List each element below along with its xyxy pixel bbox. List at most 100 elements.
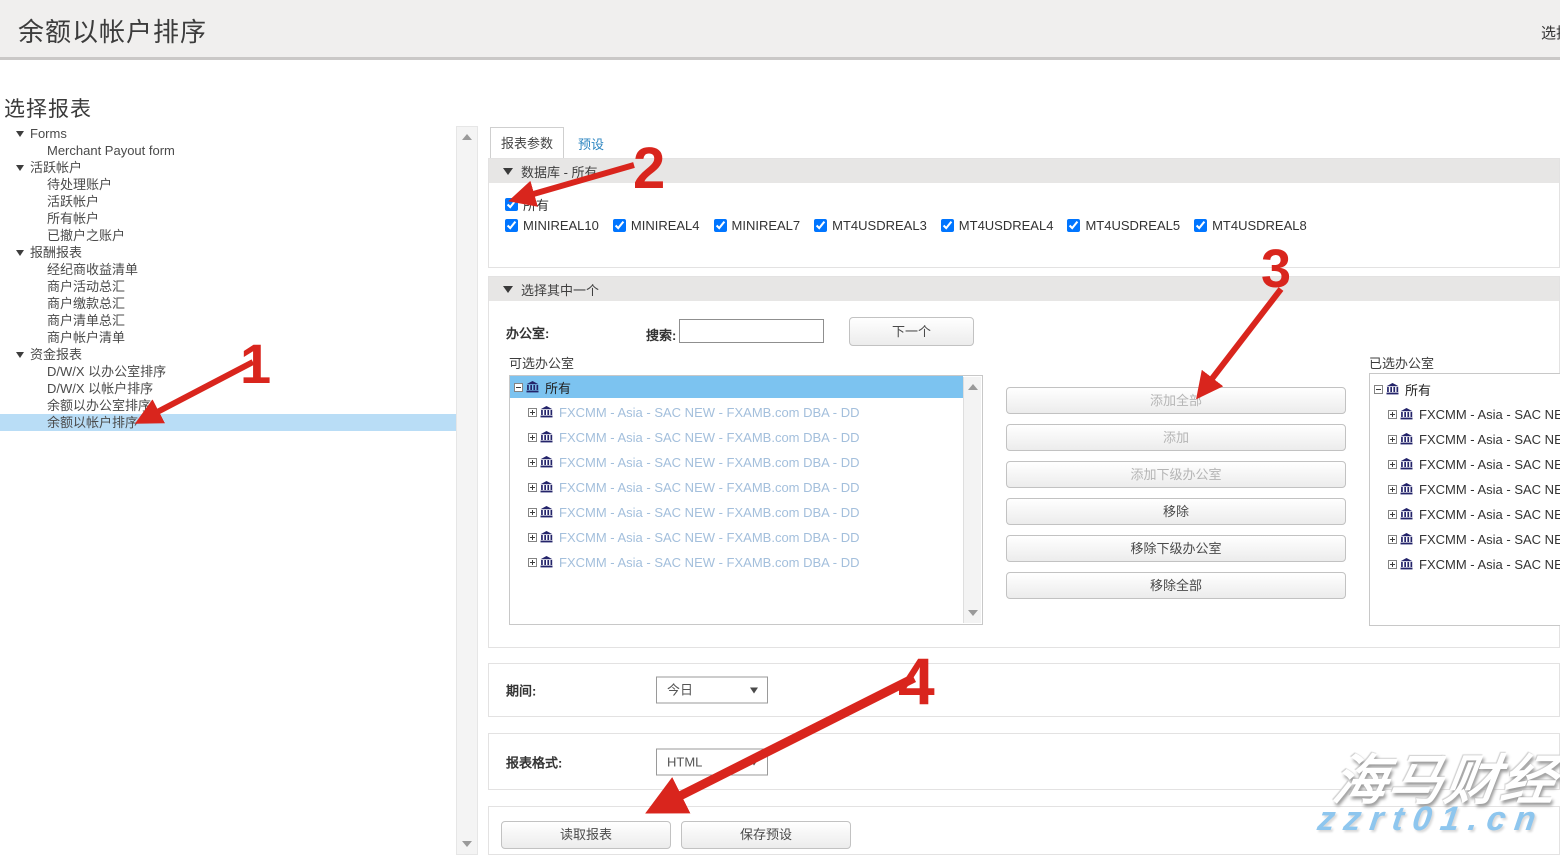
remove-button[interactable]: 移除	[1006, 498, 1346, 525]
database-section-header[interactable]: 数据库 - 所有	[489, 159, 1559, 183]
selected-office-row[interactable]: FXCMM - Asia - SAC NEW - F	[1370, 503, 1560, 525]
available-office-row[interactable]: FXCMM - Asia - SAC NEW - FXAMB.com DBA -…	[510, 526, 982, 548]
next-button[interactable]: 下一个	[849, 317, 974, 346]
expand-icon[interactable]	[1388, 485, 1397, 494]
scroll-up-icon[interactable]	[462, 134, 472, 140]
database-checkbox[interactable]	[1194, 219, 1207, 232]
add-all-button[interactable]: 添加全部	[1006, 387, 1346, 414]
add-button[interactable]: 添加	[1006, 424, 1346, 451]
expand-icon[interactable]	[528, 558, 537, 567]
database-checkbox[interactable]	[505, 219, 518, 232]
checkbox-label: MINIREAL10	[523, 218, 599, 233]
selected-root-all[interactable]: 所有	[1370, 378, 1560, 400]
checkbox-all-databases[interactable]: 所有	[505, 195, 549, 214]
checkbox-minireal4[interactable]: MINIREAL4	[613, 218, 700, 233]
tree-item-pending-accounts[interactable]: 待处理账户	[0, 176, 460, 193]
office-row-label: FXCMM - Asia - SAC NEW - F	[1419, 507, 1560, 522]
office-search-input[interactable]	[679, 319, 824, 343]
available-office-row[interactable]: FXCMM - Asia - SAC NEW - FXAMB.com DBA -…	[510, 501, 982, 523]
selected-office-row[interactable]: FXCMM - Asia - SAC NEW - F	[1370, 553, 1560, 575]
scroll-down-icon[interactable]	[462, 841, 472, 847]
available-office-row[interactable]: FXCMM - Asia - SAC NEW - FXAMB.com DBA -…	[510, 401, 982, 423]
save-preset-button[interactable]: 保存预设	[681, 821, 851, 849]
add-suboffices-button[interactable]: 添加下级办公室	[1006, 461, 1346, 488]
remove-suboffices-button[interactable]: 移除下级办公室	[1006, 535, 1346, 562]
tree-group-compensation-reports[interactable]: 报酬报表	[0, 244, 460, 261]
checkbox-minireal7[interactable]: MINIREAL7	[714, 218, 801, 233]
expand-icon[interactable]	[528, 433, 537, 442]
available-root-all[interactable]: 所有	[510, 376, 963, 398]
selected-office-row[interactable]: FXCMM - Asia - SAC NEW - F	[1370, 428, 1560, 450]
tree-item-dwx-by-office[interactable]: D/W/X 以办公室排序	[0, 363, 460, 380]
available-office-row[interactable]: FXCMM - Asia - SAC NEW - FXAMB.com DBA -…	[510, 426, 982, 448]
collapse-icon[interactable]	[1374, 385, 1383, 394]
tree-item-merchant-activity-summary[interactable]: 商户活动总汇	[0, 278, 460, 295]
checkbox-label: MT4USDREAL5	[1085, 218, 1180, 233]
available-office-row[interactable]: FXCMM - Asia - SAC NEW - FXAMB.com DBA -…	[510, 451, 982, 473]
available-office-row[interactable]: FXCMM - Asia - SAC NEW - FXAMB.com DBA -…	[510, 476, 982, 498]
tree-item-balance-by-office[interactable]: 余额以办公室排序	[0, 397, 460, 414]
office-row-label: FXCMM - Asia - SAC NEW - FXAMB.com DBA -…	[559, 405, 859, 420]
tree-item-merchant-account-list[interactable]: 商户帐户清单	[0, 329, 460, 346]
load-report-button[interactable]: 读取报表	[501, 821, 671, 849]
tree-item-merchant-payout-form[interactable]: Merchant Payout form	[0, 142, 460, 159]
tree-item-broker-revenue-list[interactable]: 经纪商收益清单	[0, 261, 460, 278]
tab-presets[interactable]: 预设	[578, 134, 604, 153]
tree-item-active-accounts[interactable]: 活跃帐户	[0, 193, 460, 210]
tree-item-all-accounts[interactable]: 所有帐户	[0, 210, 460, 227]
tree-label: Merchant Payout form	[47, 142, 175, 159]
scroll-up-icon[interactable]	[968, 384, 978, 390]
scroll-down-icon[interactable]	[968, 610, 978, 616]
tree-item-closed-accounts[interactable]: 已撤户之账户	[0, 227, 460, 244]
expand-icon[interactable]	[528, 483, 537, 492]
checkbox-mt4usdreal3[interactable]: MT4USDREAL3	[814, 218, 927, 233]
expand-icon[interactable]	[528, 458, 537, 467]
database-checkbox[interactable]	[1067, 219, 1080, 232]
expand-icon[interactable]	[528, 533, 537, 542]
tree-label: D/W/X 以办公室排序	[47, 363, 166, 380]
collapse-icon[interactable]	[514, 383, 523, 392]
tab-report-parameters[interactable]: 报表参数	[490, 127, 564, 158]
checkbox-mt4usdreal8[interactable]: MT4USDREAL8	[1194, 218, 1307, 233]
sidebar-scrollbar[interactable]	[456, 126, 478, 855]
checkbox-mt4usdreal4[interactable]: MT4USDREAL4	[941, 218, 1054, 233]
all-databases-checkbox[interactable]	[505, 198, 518, 211]
selected-office-row[interactable]: FXCMM - Asia - SAC NEW - F	[1370, 453, 1560, 475]
available-list-scrollbar[interactable]	[963, 377, 981, 623]
expand-icon[interactable]	[1388, 460, 1397, 469]
format-select[interactable]: HTML	[656, 748, 768, 775]
tree-item-merchant-list-summary[interactable]: 商户清单总汇	[0, 312, 460, 329]
expand-icon[interactable]	[1388, 535, 1397, 544]
bank-icon	[1400, 483, 1413, 495]
office-row-label: FXCMM - Asia - SAC NEW - FXAMB.com DBA -…	[559, 480, 859, 495]
database-checkbox[interactable]	[613, 219, 626, 232]
expand-icon[interactable]	[528, 508, 537, 517]
tree-label: 活跃帐户	[30, 159, 82, 176]
tree-group-funds-reports[interactable]: 资金报表	[0, 346, 460, 363]
database-checkbox[interactable]	[814, 219, 827, 232]
available-office-row[interactable]: FXCMM - Asia - SAC NEW - FXAMB.com DBA -…	[510, 551, 982, 573]
office-label: 办公室:	[506, 323, 549, 342]
triangle-down-icon	[16, 250, 24, 256]
expand-icon[interactable]	[1388, 435, 1397, 444]
expand-icon[interactable]	[528, 408, 537, 417]
selected-office-row[interactable]: FXCMM - Asia - SAC NEW - F	[1370, 478, 1560, 500]
database-checkbox[interactable]	[941, 219, 954, 232]
expand-icon[interactable]	[1388, 560, 1397, 569]
expand-icon[interactable]	[1388, 510, 1397, 519]
remove-all-button[interactable]: 移除全部	[1006, 572, 1346, 599]
checkbox-mt4usdreal5[interactable]: MT4USDREAL5	[1067, 218, 1180, 233]
checkbox-minireal10[interactable]: MINIREAL10	[505, 218, 599, 233]
tree-group-active-accounts[interactable]: 活跃帐户	[0, 159, 460, 176]
office-section-header[interactable]: 选择其中一个	[489, 277, 1559, 301]
tree-item-balance-by-account[interactable]: 余额以帐户排序	[0, 414, 460, 431]
selected-office-row[interactable]: FXCMM - Asia - SAC NEW - F	[1370, 403, 1560, 425]
selected-office-row[interactable]: FXCMM - Asia - SAC NEW - F	[1370, 528, 1560, 550]
header-right-link[interactable]: 选择报表	[1541, 22, 1560, 43]
expand-icon[interactable]	[1388, 410, 1397, 419]
tree-group-forms[interactable]: Forms	[0, 125, 460, 142]
tree-item-dwx-by-account[interactable]: D/W/X 以帐户排序	[0, 380, 460, 397]
period-select[interactable]: 今日	[656, 677, 768, 704]
tree-item-merchant-payment-summary[interactable]: 商户缴款总汇	[0, 295, 460, 312]
database-checkbox[interactable]	[714, 219, 727, 232]
